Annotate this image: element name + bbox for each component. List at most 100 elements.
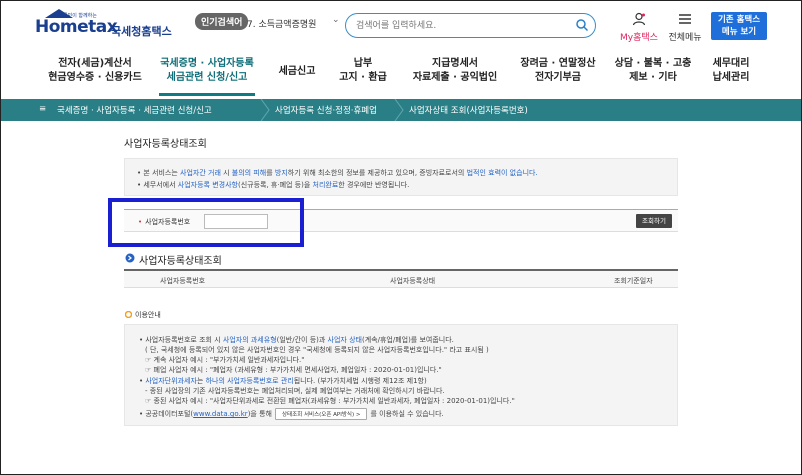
notice-line-2: • 세무서에서 사업자등록 변경사항(신규등록, 휴·폐업 등)을 처리완료한 … [137, 180, 409, 190]
all-menu-label: 전체메뉴 [668, 33, 702, 43]
nav-item-label: 상담 · 불복 · 고충 [614, 58, 692, 69]
user-icon [632, 12, 646, 26]
guide-text: 됩니다. (부가가치세법 시행령 제12조 제1항) [293, 377, 427, 385]
my-hometax-label: My홈택스 [620, 33, 658, 43]
guide-text: • 사업자등록번호로 조회 시 [139, 336, 223, 344]
search-icon[interactable] [575, 18, 589, 32]
legacy-menu-label-1: 기존 홈택스 [717, 15, 761, 25]
nav-item-label: 세무대리 [712, 58, 750, 69]
nav-item-einvoice[interactable]: 전자(세금)계산서 현금영수증 · 신용카드 [45, 57, 145, 85]
notice-box: • 본 서비스는 사업자간 거래 시 불의의 피해를 방지하기 위해 최소한의 … [124, 158, 678, 196]
nav-item-certificate[interactable]: 국세증명 · 사업자등록 세금관련 신청/신고 [157, 57, 257, 85]
nav-item-payment[interactable]: 납부 고지 · 환급 [333, 57, 393, 85]
nav-item-label: 고지 · 환급 [339, 72, 387, 83]
nav-item-label: 국세증명 · 사업자등록 [160, 58, 254, 69]
hometax-logo[interactable]: 국민이 함께하는 Hometax 국세청홈택스 [35, 9, 172, 41]
guide-line-3: ☞ 계속 사업자 예시 : "부가가치세 일반과세자입니다." [145, 356, 305, 364]
result-section-title: 사업자등록상태조회 [139, 256, 222, 267]
legacy-menu-label-2: 메뉴 보기 [721, 27, 757, 37]
query-button[interactable]: 조회하기 [636, 214, 672, 228]
search-box[interactable] [345, 13, 596, 38]
notice-text: 시 [220, 169, 232, 177]
notice-highlight: 처리완료 [312, 181, 339, 189]
guide-line-7: ☞ 종된 사업자 예시 : "사업자단위과세로 전환된 폐업자(과세유형 : 부… [145, 397, 515, 405]
notice-highlight: 불의의 피해 [231, 169, 267, 177]
notice-text: 를 [266, 169, 275, 177]
guide-line-1: • 사업자등록번호로 조회 시 사업자의 과세유형(일반/간이 등)과 사업자 … [139, 335, 454, 345]
nav-item-label: 제보 · 기타 [629, 72, 677, 83]
hamburger-icon [679, 14, 691, 24]
page-title: 사업자등록상태조회 [124, 139, 207, 150]
site-header: 국민이 함께하는 Hometax 국세청홈택스 인기검색어 7. 소득금액증명원… [1, 1, 801, 53]
guide-text: 를 이용하실 수 있습니다. [370, 410, 444, 418]
logo-subtitle: 국세청홈택스 [111, 25, 172, 38]
chevron-right-icon [394, 99, 404, 121]
column-header-status: 사업자등록상태 [390, 277, 436, 285]
guide-text: • 공공데이터포털( [139, 410, 194, 418]
nav-item-consult[interactable]: 상담 · 불복 · 고충 제보 · 기타 [611, 57, 695, 85]
guide-line-2: ( 단, 국세청에 등록되어 있지 않은 사업자번호인 경우 "국세청에 등록되… [145, 346, 489, 354]
notice-text: (신규등록, 휴·폐업 등)을 [237, 181, 313, 189]
nav-item-incentive[interactable]: 장려금 · 연말정산 전자기부금 [513, 57, 603, 85]
nav-active-indicator [159, 93, 255, 96]
all-menu-button[interactable]: 전체메뉴 [665, 12, 705, 43]
column-header-number: 사업자등록번호 [160, 277, 206, 285]
result-table-header: 사업자등록번호 사업자등록상태 조회기준일자 [124, 269, 678, 288]
column-header-date: 조회기준일자 [614, 277, 653, 285]
guide-highlight: 하나의 사업자등록번호로 관리 [205, 377, 294, 385]
notice-highlight: 사업자간 거래 [180, 169, 221, 177]
nav-item-tax-filing[interactable]: 세금신고 [267, 65, 327, 79]
guide-text: (계속/휴업/폐업)를 보여줍니다. [361, 336, 454, 344]
nav-item-label: 지급명세서 [432, 58, 478, 69]
guide-text: (일반/간이 등)과 [276, 336, 328, 344]
notice-text: • 세무서에서 [137, 181, 178, 189]
guide-highlight: 사업자의 과세유형 [222, 336, 277, 344]
section-bullet-icon [125, 253, 135, 263]
nav-item-label: 세금신고 [278, 66, 316, 77]
data-portal-link[interactable]: www.data.go.kr [193, 410, 248, 418]
guide-highlight: 사업자단위과세자 [145, 377, 197, 385]
notice-line-1: • 본 서비스는 사업자간 거래 시 불의의 피해를 방지하기 위해 최소한의 … [137, 168, 538, 178]
guide-line-6: - 종된 사업장의 기존 사업자등록번호는 폐업처리되며, 실제 폐업여부는 거… [145, 387, 445, 395]
notice-highlight: 사업자등록 변경사항 [177, 181, 238, 189]
nav-item-label: 자료제출 · 공익법인 [412, 72, 498, 83]
breadcrumb-item-3[interactable]: 사업자상태 조회(사업자등록번호) [409, 104, 528, 116]
popular-search-term[interactable]: 7. 소득금액증명원 [247, 17, 316, 30]
notice-text: 하기 위해 최소한의 정보를 제공하고 있으며, 증빙자료로서의 [287, 169, 467, 177]
notice-highlight: 법적인 효력이 없습니다. [466, 169, 538, 177]
breadcrumb: ≡ 국세증명 · 사업자등록 · 세금관련 신청/신고 사업자등록 신청·정정·… [1, 99, 801, 121]
nav-item-label: 전자(세금)계산서 [58, 58, 132, 69]
open-api-service-button[interactable]: 상태조회 서비스(오픈 API방식) > [274, 408, 368, 420]
guide-line-4: ☞ 폐업 사업자 예시 : "폐업자 (과세유형 : 부가가치세 면세사업자, … [145, 366, 442, 374]
guide-title: 이용안내 [135, 311, 161, 319]
logo-wordmark: Hometax [35, 17, 118, 37]
nav-item-label: 장려금 · 연말정산 [520, 58, 596, 69]
guide-text: )을 통해 [247, 410, 272, 418]
search-input[interactable] [356, 18, 556, 34]
main-nav: 전자(세금)계산서 현금영수증 · 신용카드 국세증명 · 사업자등록 세금관련… [1, 57, 801, 97]
browser-frame: 국민이 함께하는 Hometax 국세청홈택스 인기검색어 7. 소득금액증명원… [0, 0, 802, 475]
breadcrumb-item-1[interactable]: 국세증명 · 사업자등록 · 세금관련 신청/신고 [57, 104, 212, 116]
nav-item-label: 세금관련 신청/신고 [166, 72, 248, 83]
notice-highlight: 방지 [274, 169, 288, 177]
nav-item-payment-statement[interactable]: 지급명세서 자료제출 · 공익법인 [405, 57, 505, 85]
notice-text: • 본 서비스는 [137, 169, 181, 177]
chevron-right-icon [260, 99, 270, 121]
breadcrumb-menu-icon[interactable]: ≡ [39, 104, 46, 114]
nav-item-label: 납부 [353, 58, 373, 69]
highlight-box [108, 198, 304, 247]
popular-search-badge: 인기검색어 [195, 13, 249, 30]
nav-item-tax-agent[interactable]: 세무대리 납세관리 [701, 57, 761, 85]
guide-bullet-icon [125, 311, 132, 318]
nav-item-label: 현금영수증 · 신용카드 [48, 72, 142, 83]
nav-item-label: 납세관리 [712, 72, 750, 83]
my-hometax-button[interactable]: My홈택스 [619, 12, 659, 43]
legacy-menu-button[interactable]: 기존 홈택스 메뉴 보기 [711, 12, 767, 40]
guide-highlight: 사업자 상태 [327, 336, 362, 344]
guide-box: • 사업자등록번호로 조회 시 사업자의 과세유형(일반/간이 등)과 사업자 … [124, 324, 678, 426]
guide-line-5: • 사업자단위과세자는 하나의 사업자등록번호로 관리됩니다. (부가가치세법 … [139, 376, 427, 386]
chevron-down-icon[interactable]: ⌄ [332, 15, 340, 25]
notice-text: 한 경우에만 반영됩니다. [338, 181, 410, 189]
nav-item-label: 전자기부금 [535, 72, 581, 83]
breadcrumb-item-2[interactable]: 사업자등록 신청·정정·휴폐업 [275, 104, 377, 116]
